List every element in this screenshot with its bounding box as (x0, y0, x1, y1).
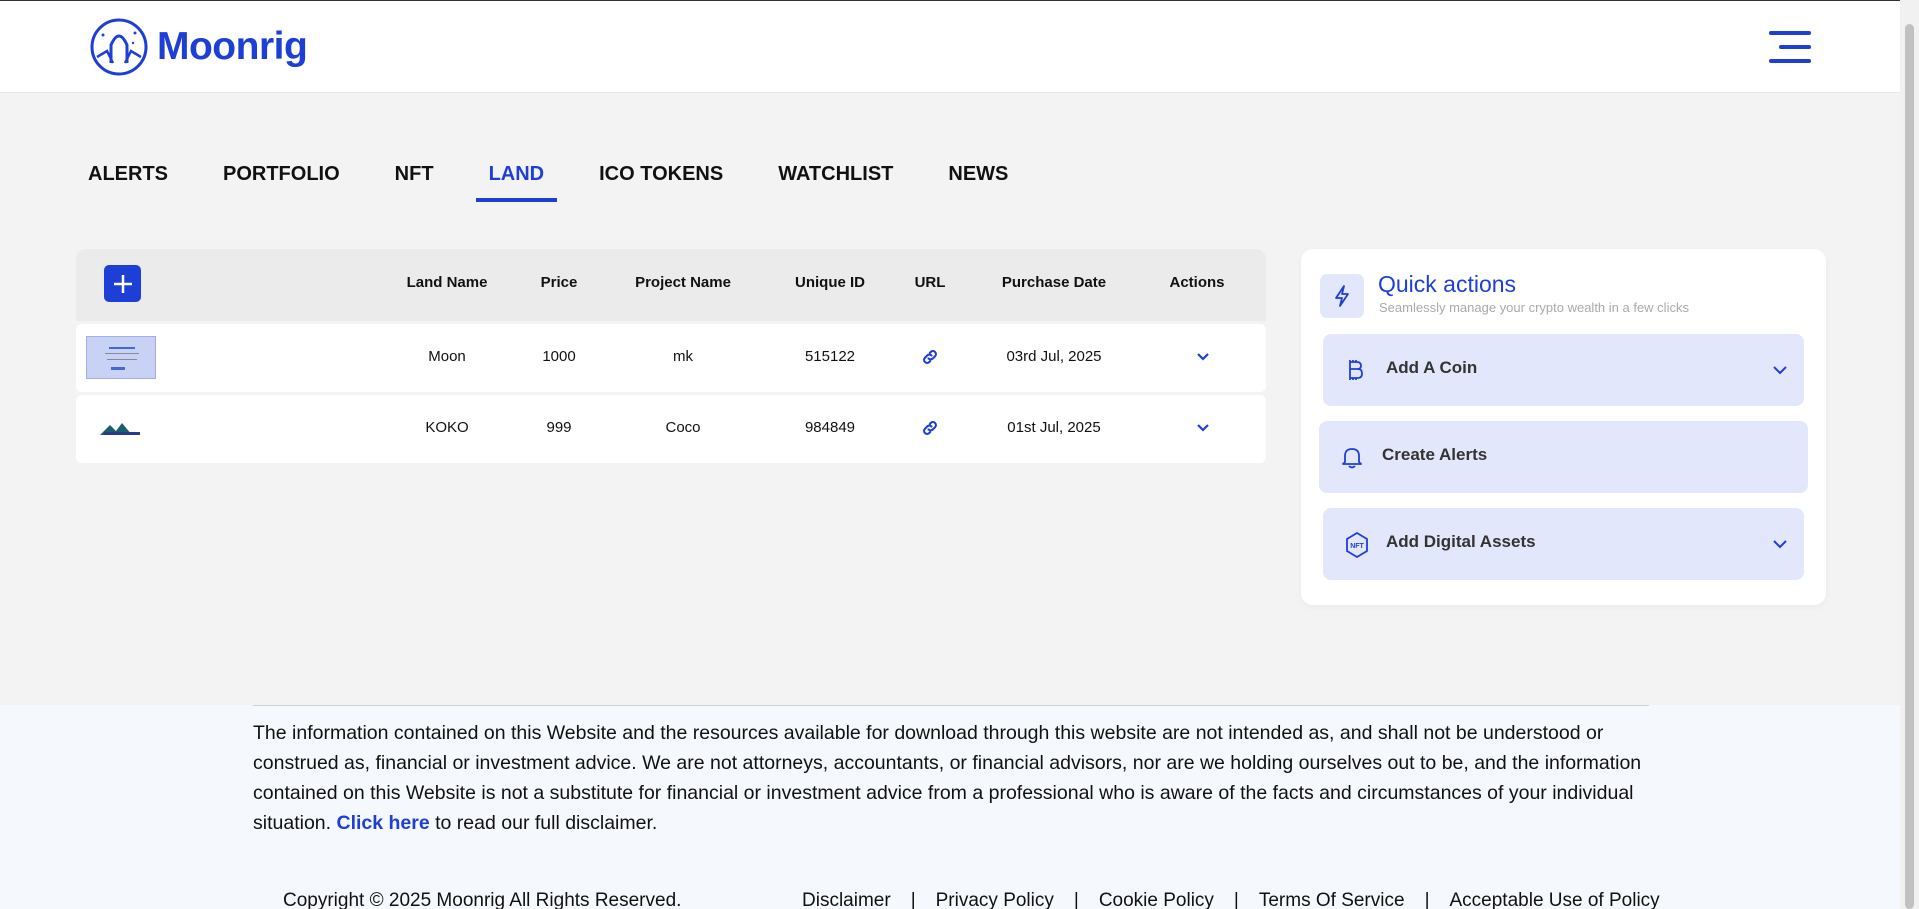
land-thumbnail (100, 423, 140, 435)
header-url: URL (914, 274, 946, 291)
footer-divider (253, 705, 1649, 706)
tab-watchlist[interactable]: WATCHLIST (778, 163, 893, 202)
footer-link-disclaimer[interactable]: Disclaimer (802, 890, 891, 909)
add-a-coin-label: Add A Coin (1386, 358, 1478, 377)
quick-actions-panel: Quick actions Seamlessly manage your cry… (1301, 249, 1826, 605)
add-a-coin-button[interactable]: Add A Coin (1323, 334, 1804, 406)
brand-name: Moonrig (157, 25, 308, 68)
lightning-icon (1320, 274, 1364, 318)
footer-link-cookie[interactable]: Cookie Policy (1099, 890, 1214, 909)
cell-land-name: Moon (428, 348, 466, 365)
land-table: Land Name Price Project Name Unique ID U… (76, 249, 1266, 463)
footer-links: Disclaimer | Privacy Policy | Cookie Pol… (802, 890, 1660, 909)
tab-ico-tokens[interactable]: ICO TOKENS (599, 163, 723, 202)
chevron-down-icon[interactable] (1195, 348, 1211, 368)
separator: | (910, 890, 916, 909)
footer-link-privacy[interactable]: Privacy Policy (936, 890, 1054, 909)
create-alerts-label: Create Alerts (1382, 445, 1488, 464)
tab-nft[interactable]: NFT (395, 163, 434, 202)
copyright: Copyright © 2025 Moonrig All Rights Rese… (283, 890, 682, 909)
separator: | (1233, 890, 1239, 909)
cell-unique-id: 984849 (804, 419, 856, 436)
table-header: Land Name Price Project Name Unique ID U… (76, 249, 1266, 321)
link-icon[interactable] (921, 419, 939, 441)
cell-land-name: KOKO (425, 419, 469, 436)
plus-icon (113, 274, 132, 293)
table-row: Moon 1000 mk 515122 03rd Jul, 2025 (76, 324, 1266, 392)
top-header: Moonrig (0, 0, 1900, 93)
header-project-name: Project Name (635, 274, 731, 291)
tab-alerts[interactable]: ALERTS (88, 163, 168, 202)
table-row: KOKO 999 Coco 984849 01st Jul, 2025 (76, 395, 1266, 463)
link-icon[interactable] (921, 348, 939, 370)
add-digital-assets-label: Add Digital Assets (1386, 532, 1536, 551)
create-alerts-button[interactable]: Create Alerts (1319, 421, 1808, 493)
quick-actions-subtitle: Seamlessly manage your crypto wealth in … (1379, 300, 1689, 315)
header-actions: Actions (1169, 274, 1225, 291)
chevron-down-icon[interactable] (1195, 419, 1211, 439)
add-digital-assets-button[interactable]: NFT Add Digital Assets (1323, 508, 1804, 580)
vertical-scrollbar[interactable] (1900, 0, 1919, 909)
footer-link-terms[interactable]: Terms Of Service (1259, 890, 1405, 909)
quick-actions-title: Quick actions (1378, 271, 1517, 297)
chevron-down-icon (1773, 366, 1787, 375)
header-unique-id: Unique ID (795, 274, 865, 291)
cell-purchase-date: 01st Jul, 2025 (1007, 419, 1101, 436)
chevron-down-icon (1773, 540, 1787, 549)
logo[interactable]: Moonrig (89, 17, 308, 77)
header-land-name: Land Name (406, 274, 488, 291)
header-purchase-date: Purchase Date (1001, 274, 1107, 291)
cell-unique-id: 515122 (804, 348, 856, 365)
nft-icon: NFT (1346, 532, 1368, 558)
cell-project-name: mk (673, 348, 693, 365)
land-thumbnail (86, 336, 156, 379)
svg-text:NFT: NFT (1350, 543, 1364, 550)
disclaimer-suffix: to read our full disclaimer. (435, 812, 658, 834)
separator: | (1073, 890, 1079, 909)
tab-portfolio[interactable]: PORTFOLIO (223, 163, 340, 202)
add-land-button[interactable] (104, 265, 141, 302)
scrollbar-thumb[interactable] (1905, 24, 1914, 909)
cell-price: 999 (546, 419, 572, 436)
cell-price: 1000 (542, 348, 576, 365)
header-price: Price (540, 274, 578, 291)
tab-bar: ALERTS PORTFOLIO NFT LAND ICO TOKENS WAT… (88, 163, 1063, 202)
footer: The information contained on this Websit… (0, 705, 1900, 909)
cell-purchase-date: 03rd Jul, 2025 (1006, 348, 1102, 365)
bell-icon (1342, 448, 1362, 469)
footer-link-acceptable-use[interactable]: Acceptable Use of Policy (1450, 890, 1660, 909)
tab-land[interactable]: LAND (475, 163, 557, 202)
cell-project-name: Coco (665, 419, 701, 436)
moonrig-logo-icon (90, 18, 148, 76)
tab-news[interactable]: NEWS (948, 163, 1008, 202)
hamburger-menu-icon[interactable] (1769, 31, 1811, 63)
disclaimer-text: The information contained on this Websit… (253, 718, 1653, 838)
bitcoin-icon (1349, 360, 1363, 380)
click-here-link[interactable]: Click here (336, 812, 429, 834)
separator: | (1424, 890, 1430, 909)
